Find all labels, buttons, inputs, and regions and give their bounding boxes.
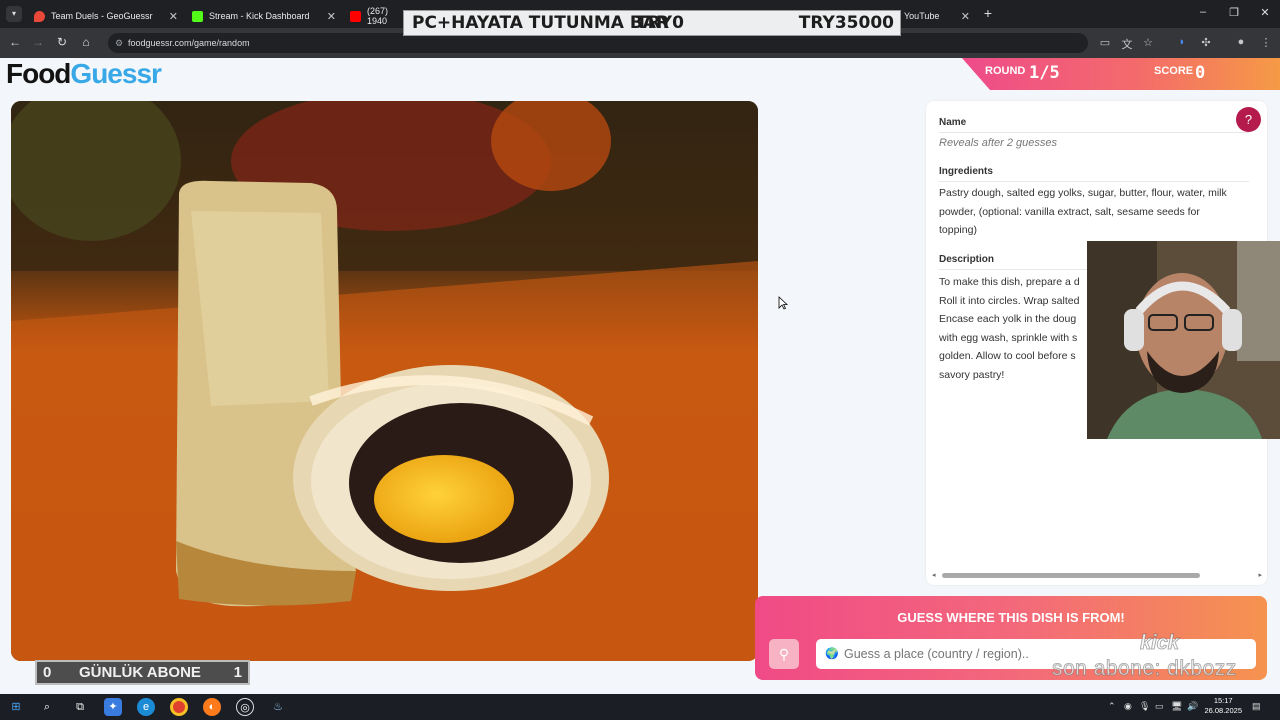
question-icon: ?	[1244, 112, 1253, 127]
streamer-webcam	[1087, 241, 1280, 439]
site-info-icon[interactable]: ⚙	[115, 33, 123, 53]
dish-photo-graphic	[11, 101, 758, 661]
map-pin-button[interactable]: ⚲	[769, 639, 799, 669]
network-icon[interactable]: 🖥	[1171, 701, 1182, 712]
ingredients-label: Ingredients	[939, 166, 993, 177]
tab-youtube-1940[interactable]: (267) 1940	[342, 4, 402, 28]
score-value: 0	[1195, 63, 1206, 83]
firefox-icon[interactable]: ◐	[203, 698, 221, 716]
scroll-left-icon[interactable]: ◂	[932, 571, 936, 579]
daily-sub-counter: 0 GÜNLÜK ABONE 1	[35, 660, 250, 685]
edge-icon[interactable]: e	[137, 698, 155, 716]
battery-icon[interactable]: ▭	[1155, 701, 1164, 712]
round-value: 1/5	[1029, 63, 1060, 83]
kick-logo-overlay: kick	[1140, 632, 1180, 655]
notification-icon[interactable]: ▤	[1252, 701, 1261, 712]
windows-taskbar: ⊞ ⌕ ⧉ ✦ e ◐ ◎ ♨ ⌃ ◉ 🎙 ▭ 🖥 🔊 15:17 26.08.…	[0, 694, 1280, 720]
install-app-icon[interactable]: ▭	[1098, 36, 1112, 49]
chrome-icon[interactable]	[170, 698, 188, 716]
help-button[interactable]: ?	[1236, 107, 1261, 132]
foodguessr-logo[interactable]: FoodGuessr	[6, 58, 162, 90]
tab-youtube[interactable]: YouTube ✕	[898, 4, 976, 28]
divider	[939, 181, 1249, 182]
guess-title: GUESS WHERE THIS DISH IS FROM!	[897, 610, 1125, 625]
divider	[939, 132, 1249, 133]
minimize-icon[interactable]: –	[1195, 6, 1211, 18]
donation-goal-title: PC+HAYATA TUTUNMA BAR	[412, 13, 670, 33]
forward-icon[interactable]: →	[30, 35, 46, 49]
scroll-right-icon[interactable]: ▸	[1258, 571, 1262, 579]
mouse-cursor	[778, 296, 789, 315]
extensions-puzzle-icon[interactable]: ✣	[1199, 36, 1213, 49]
tab-title: Stream - Kick Dashboard	[209, 11, 310, 21]
task-view-icon[interactable]: ⧉	[71, 698, 89, 716]
translate-icon[interactable]: 文	[1120, 36, 1134, 52]
reload-icon[interactable]: ↻	[54, 35, 70, 49]
ingredients-line: topping)	[939, 224, 977, 237]
url-text: foodguessr.com/game/random	[128, 38, 250, 48]
sub-counter-label: GÜNLÜK ABONE	[79, 664, 201, 681]
new-tab-button[interactable]: +	[980, 5, 996, 21]
round-score-bar: ROUND 1/5 SCORE 0	[962, 58, 1280, 90]
close-tab-icon[interactable]: ✕	[169, 10, 178, 23]
tab-title: (267) 1940	[367, 6, 389, 26]
steam-icon[interactable]: ♨	[269, 698, 287, 716]
logo-part-food: Food	[6, 58, 71, 89]
volume-icon[interactable]: 🔊	[1187, 701, 1198, 712]
taskbar-clock[interactable]: 15:17 26.08.2025	[1204, 696, 1242, 716]
donation-goal-overlay: PC+HAYATA TUTUNMA BAR TRY0 TRY35000	[403, 10, 901, 36]
name-reveal-hint: Reveals after 2 guesses	[939, 137, 1058, 149]
back-icon[interactable]: ←	[7, 35, 23, 49]
ingredients-line: Pastry dough, salted egg yolks, sugar, b…	[939, 187, 1227, 199]
ingredients-text: Pastry dough, salted egg yolks, sugar, b…	[939, 184, 1261, 240]
search-icon[interactable]: ⌕	[38, 698, 56, 716]
tab-title: YouTube	[904, 11, 940, 21]
tab-search-button[interactable]: ▾	[6, 6, 22, 22]
address-bar[interactable]: ⚙ foodguessr.com/game/random	[108, 33, 1088, 53]
close-tab-icon[interactable]: ✕	[961, 10, 970, 23]
donation-current: TRY0	[636, 13, 684, 33]
logo-part-guessr: Guessr	[70, 58, 161, 89]
clock-date: 26.08.2025	[1204, 706, 1242, 715]
bookmark-star-icon[interactable]: ☆	[1141, 36, 1155, 49]
copilot-icon[interactable]: ✦	[104, 698, 122, 716]
obs-icon[interactable]: ◎	[236, 698, 254, 716]
donation-target: TRY35000	[798, 13, 894, 33]
tray-app-icon[interactable]: ◉	[1124, 701, 1132, 712]
tab-title: Team Duels - GeoGuessr	[51, 11, 153, 21]
geoguessr-icon	[34, 10, 45, 22]
description-label: Description	[939, 254, 995, 265]
pin-icon: ⚲	[778, 646, 790, 662]
webcam-graphic	[1087, 241, 1280, 439]
score-label: SCORE	[1154, 65, 1194, 77]
restore-icon[interactable]: ❐	[1226, 6, 1242, 19]
cursor-arrow-icon	[778, 296, 789, 310]
youtube-icon	[350, 10, 361, 22]
tray-overflow-icon[interactable]: ⌃	[1108, 701, 1116, 712]
round-label: ROUND	[985, 65, 1026, 77]
sub-count-right: 1	[233, 664, 242, 681]
extension-icon[interactable]: ◗	[1175, 36, 1189, 48]
name-label: Name	[939, 117, 967, 128]
close-window-icon[interactable]: ✕	[1257, 6, 1273, 19]
tab-kick-dashboard[interactable]: Stream - Kick Dashboard ✕	[184, 4, 342, 28]
ingredients-line: powder, (optional: vanilla extract, salt…	[939, 205, 1200, 218]
home-icon[interactable]: ⌂	[78, 35, 94, 49]
globe-icon: 🌍	[825, 648, 839, 660]
dish-photo	[11, 101, 758, 661]
close-tab-icon[interactable]: ✕	[327, 10, 336, 23]
scrollbar-thumb[interactable]	[942, 573, 1200, 578]
horizontal-scrollbar[interactable]: ◂ ▸	[932, 571, 1262, 579]
tab-geoguessr[interactable]: Team Duels - GeoGuessr ✕	[26, 4, 184, 28]
start-icon[interactable]: ⊞	[7, 698, 25, 716]
microphone-icon[interactable]: 🎙	[1139, 701, 1150, 712]
last-subscriber-overlay: son abone: dkbozz	[1052, 657, 1237, 681]
kick-icon	[192, 10, 203, 22]
clock-time: 15:17	[1213, 696, 1233, 705]
menu-icon[interactable]: ⋮	[1259, 36, 1273, 49]
sub-count-left: 0	[43, 664, 52, 681]
profile-icon[interactable]: ●	[1234, 36, 1248, 48]
